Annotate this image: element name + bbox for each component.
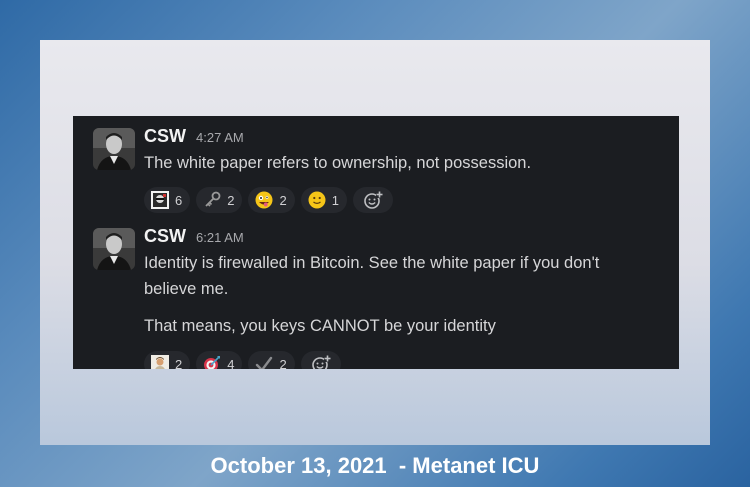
caption: October 13, 2021 - Metanet ICU — [210, 453, 540, 478]
reactions-bar: 6 2 2 1 — [144, 187, 393, 213]
message-text: Identity is firewalled in Bitcoin. See t… — [144, 254, 600, 272]
check-mark-emoji-icon — [254, 354, 274, 369]
add-reaction-button[interactable] — [352, 187, 393, 213]
message-text: believe me. — [144, 280, 229, 298]
reaction-pill[interactable]: 4 — [196, 351, 243, 370]
message-header: CSW 6:21 AM — [144, 226, 244, 248]
avatar[interactable] — [93, 128, 135, 170]
author-name[interactable]: CSW — [144, 226, 186, 247]
portrait-emoji-icon — [150, 354, 170, 369]
reaction-count: 2 — [279, 192, 287, 208]
timestamp[interactable]: 4:27 AM — [196, 130, 244, 145]
reaction-pill[interactable]: 6 — [144, 187, 191, 213]
avatar[interactable] — [93, 228, 135, 270]
dart-emoji-icon — [202, 354, 222, 369]
reaction-count: 2 — [175, 356, 183, 370]
message-header: CSW 4:27 AM — [144, 126, 244, 148]
author-name[interactable]: CSW — [144, 126, 186, 147]
reaction-pill[interactable]: 2 — [196, 187, 243, 213]
reaction-count: 1 — [331, 192, 339, 208]
avatar-face-emoji-icon — [150, 190, 170, 210]
slight-smile-emoji-icon — [307, 190, 327, 210]
reaction-pill[interactable]: 2 — [144, 351, 191, 370]
add-reaction-icon — [311, 355, 331, 369]
reaction-count: 2 — [279, 356, 287, 370]
message-text: That means, you keys CANNOT be your iden… — [144, 317, 496, 335]
add-reaction-button[interactable] — [300, 351, 341, 369]
key-emoji-icon — [202, 190, 222, 210]
chat-panel: CSW 4:27 AM The white paper refers to ow… — [73, 116, 679, 369]
zany-face-emoji-icon — [254, 190, 274, 210]
reactions-bar: 2 4 2 — [144, 351, 341, 369]
timestamp[interactable]: 6:21 AM — [196, 230, 244, 245]
reaction-count: 2 — [227, 192, 235, 208]
reaction-pill[interactable]: 2 — [248, 187, 295, 213]
reaction-pill[interactable]: 1 — [300, 187, 347, 213]
reaction-count: 6 — [175, 192, 183, 208]
add-reaction-icon — [364, 191, 383, 209]
reaction-count: 4 — [227, 356, 235, 370]
reaction-pill[interactable]: 2 — [248, 351, 295, 370]
message-text: The white paper refers to ownership, not… — [144, 154, 532, 172]
